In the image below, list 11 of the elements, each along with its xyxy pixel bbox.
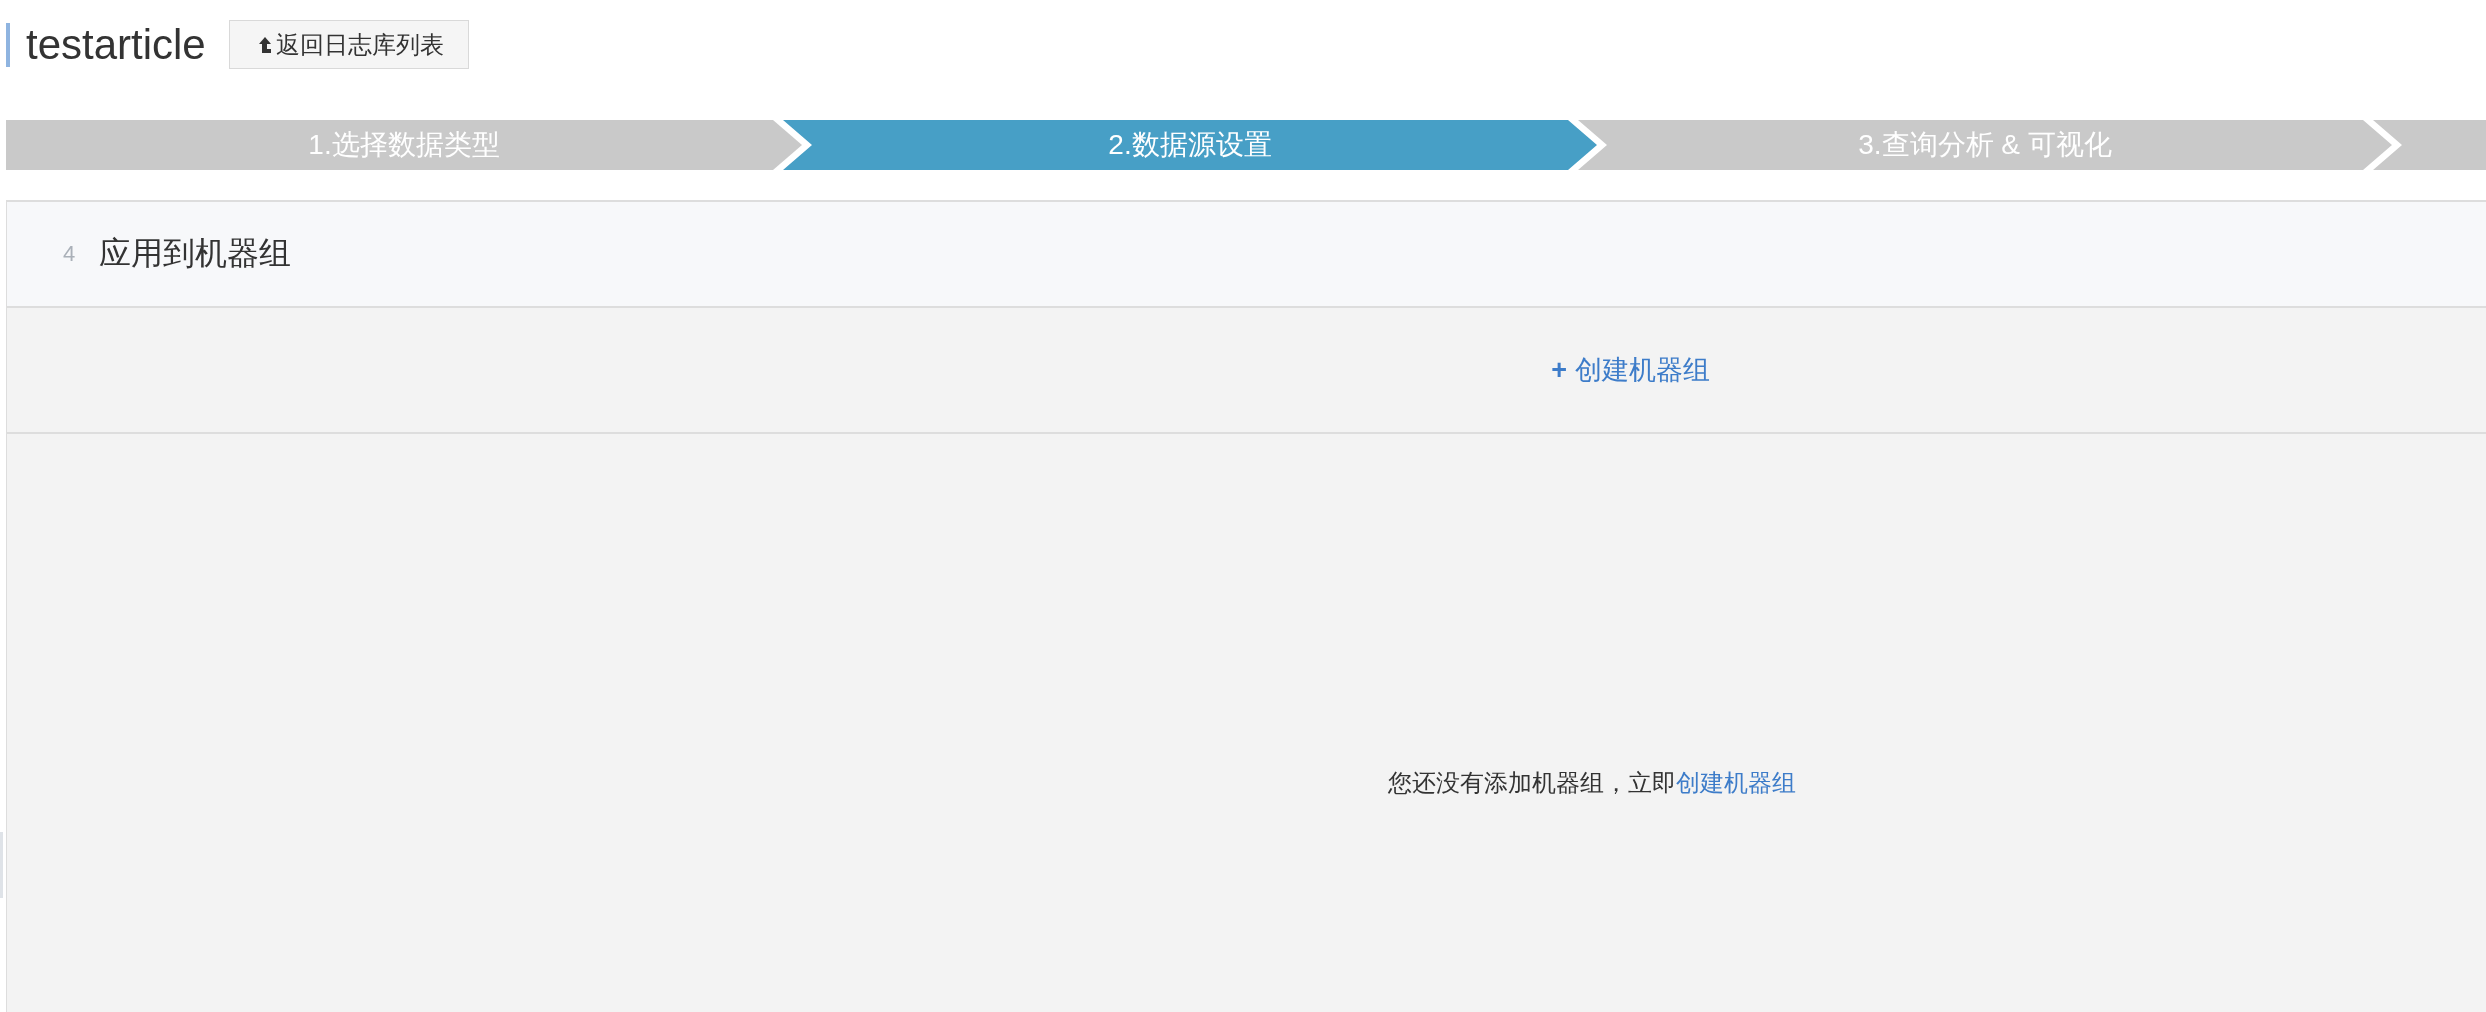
up-arrow-icon <box>257 36 272 53</box>
empty-state-message: 您还没有添加机器组，立即创建机器组 <box>1387 768 1796 798</box>
step-number: 4 <box>63 241 76 267</box>
wizard-step[interactable] <box>2373 120 2486 170</box>
create-group-link[interactable]: 创建机器组 <box>1675 769 1796 796</box>
back-to-list-button[interactable]: 返回日志库列表 <box>228 20 469 69</box>
edge-handle[interactable] <box>0 832 3 898</box>
wizard-step[interactable]: 2.数据源设置 <box>783 120 1597 170</box>
create-group-link[interactable]: + 创建机器组 <box>1551 352 1710 388</box>
page-title: testarticle <box>6 22 206 67</box>
panel-title: 应用到机器组 <box>99 234 292 273</box>
